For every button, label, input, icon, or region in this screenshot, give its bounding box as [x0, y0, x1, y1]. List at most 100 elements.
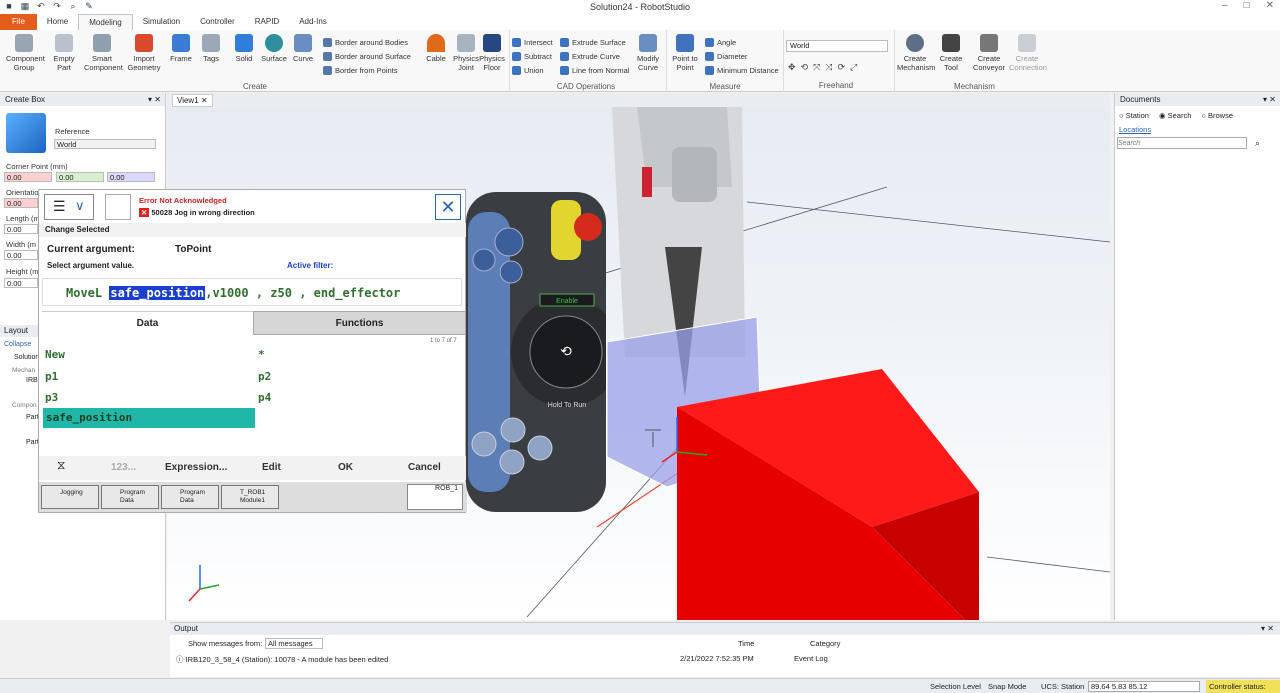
tab-data[interactable]: Data	[42, 311, 253, 335]
ok-button[interactable]: OK	[338, 462, 353, 473]
list-item-p4[interactable]: p4	[258, 391, 271, 404]
keypad-button[interactable]	[499, 260, 523, 284]
start-button[interactable]	[471, 431, 497, 457]
list-item-p1[interactable]: p1	[45, 370, 58, 383]
extrude-surface-button[interactable]: Extrude Surface	[560, 38, 626, 47]
tab-rapid[interactable]: RAPID	[245, 14, 289, 30]
search-icon[interactable]: ⌕	[1255, 138, 1260, 149]
tags-button[interactable]: Tags	[193, 34, 229, 63]
extrude-curve-button[interactable]: Extrude Curve	[560, 52, 620, 61]
instruction-line[interactable]: MoveL safe_position,v1000 , z50 , end_ef…	[42, 278, 462, 306]
abb-menu-button[interactable]: ☰ ∨	[44, 194, 94, 220]
tree-part-2[interactable]: Part	[26, 439, 39, 446]
panel-close-icon[interactable]: ▾ ✕	[148, 93, 161, 106]
tree-robot[interactable]: IRB	[26, 377, 38, 384]
list-item-new[interactable]: New	[45, 348, 65, 361]
move-icon[interactable]: ✥	[788, 62, 798, 73]
orientation-field[interactable]: 0.00	[4, 198, 38, 208]
width-field[interactable]: 0.00	[4, 250, 38, 260]
border-around-bodies-button[interactable]: Border around Bodies	[323, 38, 408, 47]
tab-home[interactable]: Home	[37, 14, 78, 30]
create-mechanism-button[interactable]: Create Mechanism	[897, 34, 935, 72]
task-program-data-2[interactable]: Program Data	[161, 485, 219, 509]
active-filter-label[interactable]: Active filter:	[287, 261, 333, 270]
show-messages-select[interactable]: All messages	[265, 638, 323, 649]
numeric-button[interactable]: 123...	[111, 462, 136, 473]
border-around-surface-button[interactable]: Border around Surface	[323, 52, 411, 61]
maximize-icon[interactable]: □	[1244, 0, 1250, 11]
documents-search-input[interactable]	[1117, 137, 1247, 149]
selection-level[interactable]: Selection Level	[930, 682, 981, 691]
minimize-icon[interactable]: –	[1222, 0, 1228, 11]
keypad-button[interactable]	[494, 227, 524, 257]
tree-part-1[interactable]: Part	[26, 414, 39, 421]
intersect-button[interactable]: Intersect	[512, 38, 553, 47]
diameter-button[interactable]: Diameter	[705, 52, 747, 61]
tab-controller[interactable]: Controller	[190, 14, 245, 30]
stop-button[interactable]	[499, 449, 525, 475]
output-row[interactable]: ⓘ IRB120_3_58_4 (Station): 10078 - A mod…	[176, 654, 388, 665]
selected-argument[interactable]: safe_position	[109, 286, 206, 300]
emergency-stop-icon[interactable]	[574, 213, 602, 241]
tab-file[interactable]: File	[0, 14, 37, 30]
modify-curve-button[interactable]: Modify Curve	[630, 34, 666, 72]
keypad-button[interactable]	[472, 248, 496, 272]
empty-part-button[interactable]: Empty Part	[46, 34, 82, 72]
tab-functions[interactable]: Functions	[253, 311, 466, 335]
minimum-distance-button[interactable]: Minimum Distance	[705, 66, 779, 75]
multi-robot-icon[interactable]: ⤢	[850, 62, 859, 73]
locations-link[interactable]: Locations	[1119, 125, 1151, 134]
tab-add-ins[interactable]: Add-Ins	[289, 14, 337, 30]
task-module1[interactable]: T_ROB1 Module1	[221, 485, 279, 509]
border-from-points-button[interactable]: Border from Points	[323, 66, 398, 75]
smart-component-button[interactable]: Smart Component	[84, 34, 123, 72]
line-from-normal-button[interactable]: Line from Normal	[560, 66, 630, 75]
quickset-button[interactable]: ROB_1	[407, 484, 463, 510]
close-icon[interactable]: ✕	[1266, 0, 1274, 11]
list-item-p2[interactable]: p2	[258, 370, 271, 383]
point-to-point-button[interactable]: Point to Point	[667, 34, 703, 72]
time-column-header[interactable]: Time	[738, 639, 754, 648]
height-field[interactable]: 0.00	[4, 278, 38, 288]
output-close-icon[interactable]: ▾ ✕	[1261, 623, 1274, 635]
tab-modeling[interactable]: Modeling	[78, 14, 133, 30]
step-forward-button[interactable]	[527, 435, 553, 461]
tree-solution[interactable]: Solution	[14, 354, 39, 361]
corner-z-field[interactable]: 0.00	[107, 172, 155, 182]
tab-simulation[interactable]: Simulation	[133, 14, 190, 30]
list-item-safe-position[interactable]: safe_position	[43, 408, 255, 428]
rotate-icon[interactable]: ⟲	[801, 62, 811, 73]
operator-icon[interactable]	[105, 194, 131, 220]
list-item-star[interactable]: *	[258, 348, 265, 361]
error-message[interactable]: ✕ 50028 Jog in wrong direction	[139, 208, 255, 217]
list-item-p3[interactable]: p3	[45, 391, 58, 404]
union-button[interactable]: Union	[512, 66, 544, 75]
freehand-reference-select[interactable]: World	[786, 40, 888, 52]
collapse-link[interactable]: Collapse	[4, 341, 31, 348]
filter-icon[interactable]: ⧖	[57, 458, 65, 473]
reference-select[interactable]: World	[54, 139, 156, 149]
cancel-button[interactable]: Cancel	[408, 462, 441, 473]
task-jogging[interactable]: Jogging	[41, 485, 99, 509]
tab-view1[interactable]: View1 ✕	[172, 94, 213, 107]
create-tool-button[interactable]: Create Tool	[933, 34, 969, 72]
expression-button[interactable]: Expression...	[165, 462, 227, 473]
jog-linear-icon[interactable]: ⤧	[813, 62, 822, 73]
corner-y-field[interactable]: 0.00	[56, 172, 104, 182]
documents-close-icon[interactable]: ▾ ✕	[1263, 93, 1276, 106]
length-field[interactable]: 0.00	[4, 224, 38, 234]
close-icon[interactable]: ✕	[435, 194, 461, 220]
edit-button[interactable]: Edit	[262, 462, 281, 473]
create-conveyor-button[interactable]: Create Conveyor	[971, 34, 1007, 72]
angle-button[interactable]: Angle	[705, 38, 736, 47]
category-column-header[interactable]: Category	[810, 639, 840, 648]
radio-search[interactable]: ◉ Search	[1159, 111, 1191, 120]
import-geometry-button[interactable]: Import Geometry	[126, 34, 162, 72]
component-group-button[interactable]: Component Group	[6, 34, 45, 72]
subtract-button[interactable]: Subtract	[512, 52, 552, 61]
radio-browse[interactable]: ○ Browse	[1201, 111, 1233, 120]
freehand-tools[interactable]: ✥ ⟲ ⤧ ⤨ ⟳ ⤢	[788, 62, 859, 73]
step-back-button[interactable]	[500, 417, 526, 443]
jog-reorient-icon[interactable]: ⟳	[838, 62, 848, 73]
task-program-data-1[interactable]: Program Data	[101, 485, 159, 509]
